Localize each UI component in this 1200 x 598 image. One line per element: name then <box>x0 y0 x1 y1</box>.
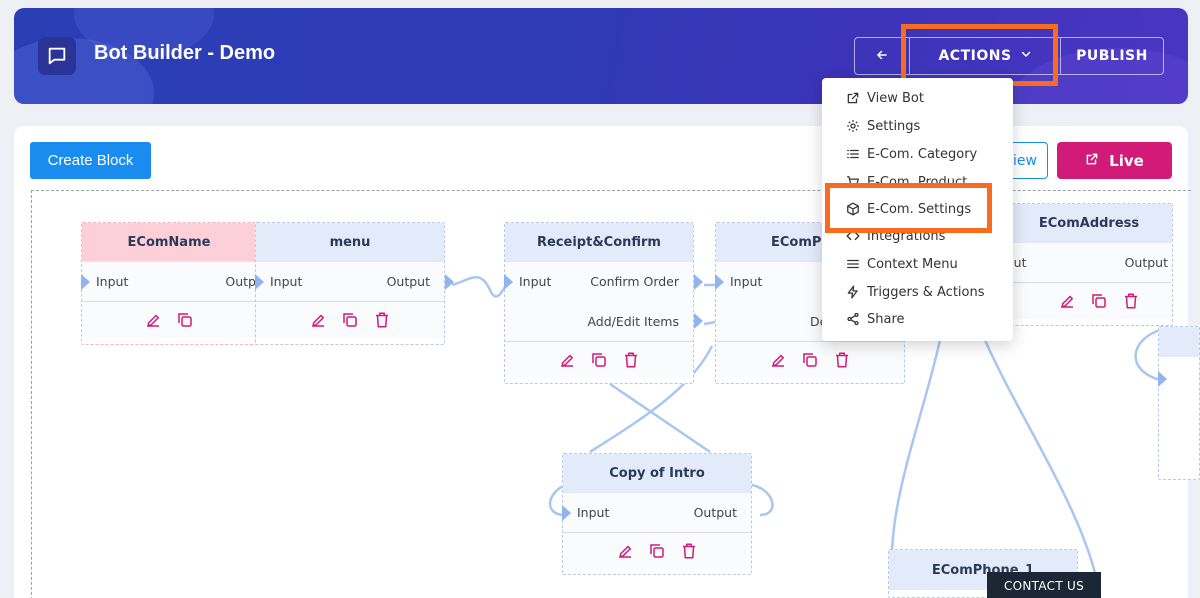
copy-icon[interactable] <box>1090 292 1108 310</box>
block-io-row: Input Confirm Order <box>504 261 703 301</box>
block-actions <box>256 301 444 338</box>
input-label: Input <box>519 274 552 289</box>
menu-item-view-bot[interactable]: View Bot <box>846 88 924 108</box>
menu-item-label: Context Menu <box>867 256 958 272</box>
block-title: EComName <box>82 223 256 261</box>
trash-icon[interactable] <box>373 311 391 329</box>
menu-item-label: E-Com. Product <box>867 174 968 190</box>
wire-cross-1 <box>609 382 711 454</box>
cart-icon <box>846 175 860 189</box>
menu-item-label: Share <box>867 311 905 327</box>
block-actions <box>986 282 1172 319</box>
block-io-row: Input Output <box>255 261 454 301</box>
wire-intro-loop-right <box>751 483 774 517</box>
block-actions <box>716 341 904 378</box>
box-icon <box>846 202 860 216</box>
block-title: Receipt&Confirm <box>505 223 693 261</box>
edit-icon[interactable] <box>309 311 327 329</box>
block-title: menu <box>256 223 444 261</box>
menu-item-ecom-product[interactable]: E-Com. Product <box>846 172 967 192</box>
menu-item-label: E-Com. Settings <box>867 201 972 217</box>
output-label: Add/Edit Items <box>587 313 679 329</box>
flow-block-partial[interactable] <box>1158 326 1200 480</box>
block-actions <box>563 532 751 569</box>
flow-block-receipt-confirm[interactable]: Receipt&Confirm Input Confirm Order Add/… <box>504 222 703 384</box>
block-actions <box>505 341 693 378</box>
input-label: Input <box>96 274 129 289</box>
copy-icon[interactable] <box>176 311 194 329</box>
contact-us-button[interactable]: CONTACT US <box>987 572 1101 598</box>
output-label: Outp <box>225 274 256 289</box>
menu-item-label: View Bot <box>867 90 924 106</box>
menu-item-label: Settings <box>867 118 921 134</box>
output-port[interactable] <box>694 274 703 290</box>
wire-menu-to-receipt <box>451 276 508 298</box>
menu-item-label: E-Com. Category <box>867 146 978 162</box>
menu-item-settings[interactable]: Settings <box>846 116 920 136</box>
copy-icon[interactable] <box>801 351 819 369</box>
input-port[interactable] <box>504 274 513 290</box>
gear-icon <box>846 119 860 133</box>
menu-item-triggers-actions[interactable]: Triggers & Actions <box>846 282 985 302</box>
input-port[interactable] <box>81 274 90 290</box>
copy-icon[interactable] <box>590 351 608 369</box>
output-label: Output <box>693 505 737 520</box>
trash-icon[interactable] <box>1122 292 1140 310</box>
menu-item-label: Integrations <box>867 228 946 244</box>
menu-item-context-menu[interactable]: Context Menu <box>846 254 958 274</box>
edit-icon[interactable] <box>1058 292 1076 310</box>
input-port[interactable] <box>562 505 571 521</box>
menu-item-share[interactable]: Share <box>846 309 905 329</box>
input-label: Input <box>270 274 303 289</box>
copy-icon[interactable] <box>341 311 359 329</box>
block-io-row: Add/Edit Items <box>505 301 703 341</box>
flow-block-ecomname[interactable]: EComName Input Outp <box>81 222 257 345</box>
trash-icon[interactable] <box>622 351 640 369</box>
menu-item-ecom-settings[interactable]: E-Com. Settings <box>846 199 971 219</box>
trash-icon[interactable] <box>833 351 851 369</box>
block-io-row: Input Output <box>562 492 751 532</box>
output-label: Output <box>1124 255 1168 270</box>
menu-item-integrations[interactable]: Integrations <box>846 226 945 246</box>
edit-icon[interactable] <box>144 311 162 329</box>
trash-icon[interactable] <box>680 542 698 560</box>
menu-item-label: Triggers & Actions <box>867 284 985 300</box>
list-icon <box>846 147 860 161</box>
output-label: Confirm Order <box>590 274 679 289</box>
external-link-icon <box>846 91 860 105</box>
output-port[interactable] <box>694 313 703 329</box>
block-io-row: out Output <box>986 242 1172 282</box>
wire-right-loop <box>1134 328 1161 382</box>
block-title: EComAddress <box>986 204 1172 242</box>
code-icon <box>846 229 860 243</box>
input-port[interactable] <box>715 274 724 290</box>
block-actions <box>82 301 256 338</box>
output-label: Output <box>386 274 430 289</box>
flow-block-menu[interactable]: menu Input Output <box>255 222 454 345</box>
edit-icon[interactable] <box>616 542 634 560</box>
input-port[interactable] <box>255 274 264 290</box>
share-icon <box>846 312 860 326</box>
bolt-icon <box>846 285 860 299</box>
copy-icon[interactable] <box>648 542 666 560</box>
edit-icon[interactable] <box>769 351 787 369</box>
menu-icon <box>846 257 860 271</box>
actions-dropdown-menu: View Bot Settings E-Com. Category E-Com.… <box>822 78 1013 341</box>
flow-block-ecomaddress[interactable]: EComAddress out Output <box>985 203 1173 326</box>
block-title: Copy of Intro <box>563 454 751 492</box>
menu-item-ecom-category[interactable]: E-Com. Category <box>846 144 977 164</box>
input-label: Input <box>577 505 610 520</box>
block-title <box>1159 327 1199 357</box>
input-label: Input <box>730 274 763 289</box>
flow-block-copy-of-intro[interactable]: Copy of Intro Input Output <box>562 453 752 575</box>
edit-icon[interactable] <box>558 351 576 369</box>
block-io-row: Input Outp <box>81 261 256 301</box>
input-port[interactable] <box>1158 371 1167 387</box>
output-port[interactable] <box>445 274 454 290</box>
